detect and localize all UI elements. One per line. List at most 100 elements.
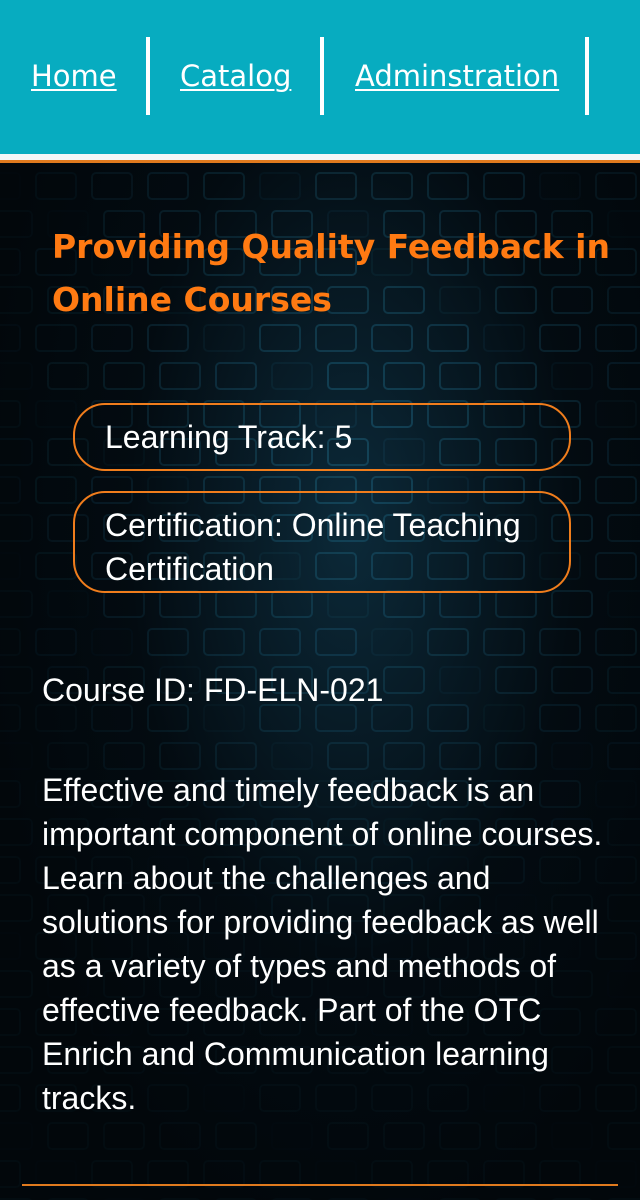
background-tile (315, 628, 357, 656)
background-tile (371, 628, 413, 656)
background-tile (483, 324, 525, 352)
background-tile (147, 324, 189, 352)
background-tile (0, 286, 33, 314)
background-tile (383, 742, 425, 770)
top-navigation: Home Catalog Adminstration (0, 0, 640, 154)
background-tile (0, 514, 33, 542)
background-tile (259, 324, 301, 352)
background-tile (0, 1046, 33, 1074)
background-tile (103, 362, 145, 390)
background-tile (607, 1046, 640, 1074)
course-description: Effective and timely feedback is an impo… (42, 772, 603, 1116)
background-tile (215, 362, 257, 390)
background-tile (551, 590, 593, 618)
background-tile (103, 1122, 145, 1150)
background-tile (439, 362, 481, 390)
background-tile (383, 590, 425, 618)
course-detail-page: Home Catalog Adminstration Providing Qua… (0, 0, 640, 1200)
background-tile (272, 1123, 312, 1149)
background-tile (0, 476, 21, 504)
background-tile (0, 400, 21, 428)
learning-track-badge: Learning Track: 5 (73, 403, 571, 471)
background-tile (0, 248, 21, 276)
background-tile (427, 324, 469, 352)
background-tile (91, 172, 133, 200)
background-tile (0, 970, 33, 998)
nav-catalog-link[interactable]: Catalog (180, 54, 291, 98)
background-tile (607, 666, 640, 694)
background-tile (495, 666, 537, 694)
background-tile (48, 591, 88, 617)
background-tile (551, 362, 593, 390)
background-tile (92, 629, 132, 655)
background-tile (91, 324, 133, 352)
background-tile (607, 894, 640, 922)
background-tile (0, 173, 20, 199)
background-tile (595, 324, 637, 352)
background-tile (595, 704, 637, 732)
background-tile (35, 628, 77, 656)
background-tile (0, 933, 20, 959)
background-tile (427, 172, 469, 200)
background-tile (0, 818, 33, 846)
background-tile (215, 1122, 257, 1150)
background-tile (383, 666, 425, 694)
footer-divider-line (22, 1184, 618, 1186)
background-tile (607, 742, 640, 770)
course-title: Providing Quality Feedback in Online Cou… (52, 227, 610, 319)
background-tile (0, 894, 33, 922)
background-tile (327, 590, 369, 618)
background-tile (539, 324, 581, 352)
background-tile (0, 856, 21, 884)
background-tile (0, 743, 32, 769)
background-tile (47, 742, 89, 770)
background-tile (271, 362, 313, 390)
background-tile (315, 172, 357, 200)
learning-track-label: Learning Track: 5 (105, 419, 353, 455)
background-tile (539, 704, 581, 732)
background-tile (0, 324, 21, 352)
background-tile (327, 1122, 369, 1150)
background-tile (495, 1122, 537, 1150)
background-tile (608, 211, 640, 237)
background-tile (0, 780, 21, 808)
background-tile (103, 742, 145, 770)
background-tile (607, 286, 640, 314)
background-tile (495, 742, 537, 770)
background-tile (315, 324, 357, 352)
background-tile (0, 1160, 21, 1188)
background-tile (383, 362, 425, 390)
background-tile (552, 743, 592, 769)
background-tile (203, 172, 245, 200)
nav-administration-link[interactable]: Adminstration (355, 54, 559, 98)
background-tile (427, 704, 469, 732)
background-tile (327, 362, 369, 390)
nav-divider (585, 37, 589, 115)
background-tile (483, 172, 525, 200)
background-tile (159, 590, 201, 618)
background-tile (483, 704, 525, 732)
background-tile (608, 591, 640, 617)
background-tile (271, 742, 313, 770)
background-tile (159, 362, 201, 390)
background-tile (35, 172, 77, 200)
background-tile (595, 172, 637, 200)
background-tile (595, 400, 637, 428)
nav-home-link[interactable]: Home (31, 54, 117, 98)
background-tile (595, 552, 637, 580)
background-tile (595, 476, 637, 504)
background-tile (47, 1122, 89, 1150)
background-tile (35, 324, 77, 352)
background-tile (539, 172, 581, 200)
background-tile (0, 438, 33, 466)
background-tile (0, 628, 21, 656)
background-tile (47, 362, 89, 390)
nav-divider (320, 37, 324, 115)
background-tile (271, 590, 313, 618)
background-tile (159, 1122, 201, 1150)
background-tile (552, 1123, 592, 1149)
background-tile (439, 590, 481, 618)
background-tile (0, 704, 21, 732)
background-tile (35, 476, 77, 504)
background-tile (595, 628, 637, 656)
